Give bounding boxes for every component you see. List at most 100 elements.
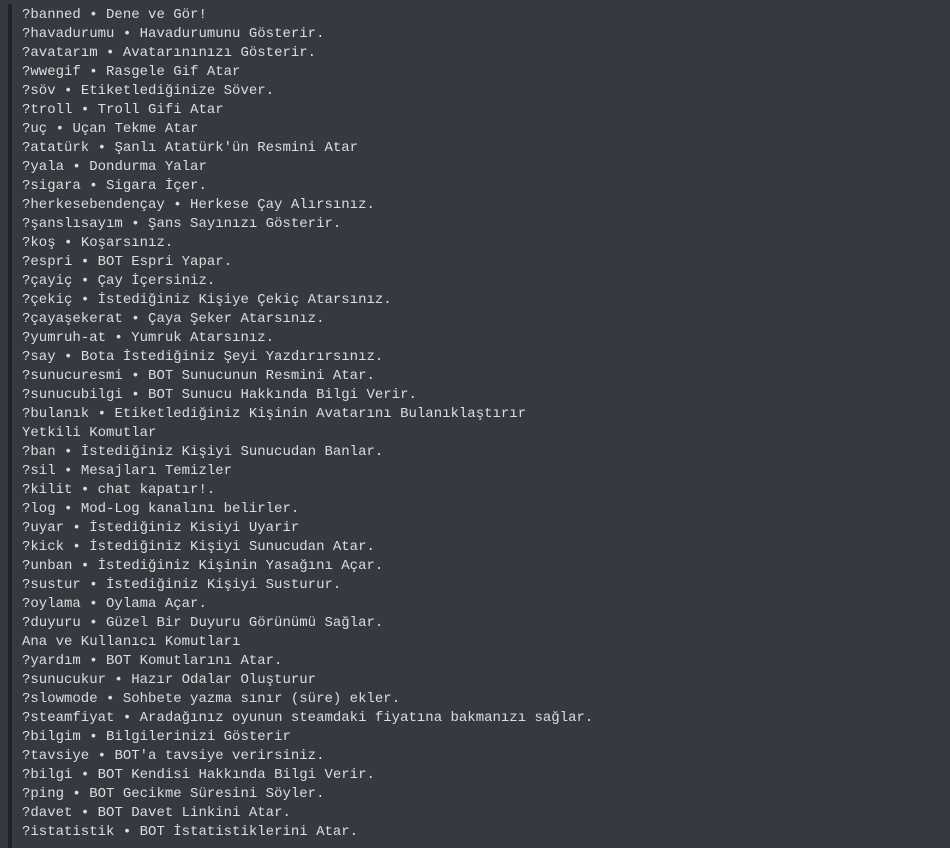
separator: •	[89, 748, 114, 764]
command-name: ?havadurumu	[22, 26, 114, 42]
command-line: ?herkesebendençay • Herkese Çay Alırsını…	[22, 196, 942, 215]
command-line: ?atatürk • Şanlı Atatürk'ün Resmini Atar	[22, 139, 942, 158]
separator: •	[165, 197, 190, 213]
separator: •	[64, 520, 89, 536]
command-description: Çay İçersiniz.	[98, 273, 216, 289]
section-header: Yetkili Komutlar	[22, 424, 942, 443]
command-line: ?şanslısayım • Şans Sayınızı Gösterir.	[22, 215, 942, 234]
command-description: Dondurma Yalar	[89, 159, 207, 175]
command-name: ?bilgim	[22, 729, 81, 745]
command-description: Aradağınız oyunun steamdaki fiyatına bak…	[140, 710, 594, 726]
command-name: ?sunucuresmi	[22, 368, 123, 384]
command-line: ?bilgim • Bilgilerinizi Gösterir	[22, 728, 942, 747]
command-description: Troll Gifi Atar	[98, 102, 224, 118]
command-description: Etiketlediğinize Söver.	[81, 83, 274, 99]
command-name: ?yardım	[22, 653, 81, 669]
command-name: ?davet	[22, 805, 72, 821]
command-description: Herkese Çay Alırsınız.	[190, 197, 375, 213]
command-line: ?sunucuresmi • BOT Sunucunun Resmini Ata…	[22, 367, 942, 386]
command-description: BOT Sunucunun Resmini Atar.	[148, 368, 375, 384]
command-description: chat kapatır!.	[98, 482, 216, 498]
command-name: ?uç	[22, 121, 47, 137]
separator: •	[81, 577, 106, 593]
command-line: ?unban • İstediğiniz Kişinin Yasağını Aç…	[22, 557, 942, 576]
command-name: ?yala	[22, 159, 64, 175]
separator: •	[64, 539, 89, 555]
command-line: ?havadurumu • Havadurumunu Gösterir.	[22, 25, 942, 44]
command-line: ?espri • BOT Espri Yapar.	[22, 253, 942, 272]
command-description: Rasgele Gif Atar	[106, 64, 240, 80]
command-line: ?wwegif • Rasgele Gif Atar	[22, 63, 942, 82]
command-name: ?slowmode	[22, 691, 98, 707]
command-name: ?sunucubilgi	[22, 387, 123, 403]
command-name: ?sil	[22, 463, 56, 479]
command-description: BOT'a tavsiye verirsiniz.	[114, 748, 324, 764]
command-line: ?ping • BOT Gecikme Süresini Söyler.	[22, 785, 942, 804]
command-description: Avatarınınızı Gösterir.	[123, 45, 316, 61]
command-description: Şans Sayınızı Gösterir.	[148, 216, 341, 232]
command-line: ?sustur • İstediğiniz Kişiyi Susturur.	[22, 576, 942, 595]
command-name: ?sustur	[22, 577, 81, 593]
command-name: ?ping	[22, 786, 64, 802]
command-line: ?çayaşekerat • Çaya Şeker Atarsınız.	[22, 310, 942, 329]
section-header: Ana ve Kullanıcı Komutları	[22, 633, 942, 652]
command-name: ?unban	[22, 558, 72, 574]
separator: •	[72, 102, 97, 118]
command-description: İstediğiniz Kişiyi Sunucudan Atar.	[89, 539, 375, 555]
command-line: ?sil • Mesajları Temizler	[22, 462, 942, 481]
separator: •	[72, 292, 97, 308]
command-name: ?şanslısayım	[22, 216, 123, 232]
command-line: ?kick • İstediğiniz Kişiyi Sunucudan Ata…	[22, 538, 942, 557]
command-name: ?troll	[22, 102, 72, 118]
command-line: ?istatistik • BOT İstatistiklerini Atar.	[22, 823, 942, 842]
command-description: Etiketlediğiniz Kişinin Avatarını Bulanı…	[114, 406, 526, 422]
command-name: ?yumruh-at	[22, 330, 106, 346]
command-description: BOT Gecikme Süresini Söyler.	[89, 786, 324, 802]
command-line: ?sigara • Sigara İçer.	[22, 177, 942, 196]
command-line: ?kilit • chat kapatır!.	[22, 481, 942, 500]
separator: •	[72, 482, 97, 498]
command-description: Mesajları Temizler	[81, 463, 232, 479]
command-line: ?yardım • BOT Komutlarını Atar.	[22, 652, 942, 671]
command-name: ?ban	[22, 444, 56, 460]
command-line: ?bulanık • Etiketlediğiniz Kişinin Avata…	[22, 405, 942, 424]
command-description: BOT İstatistiklerini Atar.	[140, 824, 358, 840]
separator: •	[72, 558, 97, 574]
command-description: Sohbete yazma sınır (süre) ekler.	[123, 691, 400, 707]
command-description: Havadurumunu Gösterir.	[140, 26, 325, 42]
command-line: ?tavsiye • BOT'a tavsiye verirsiniz.	[22, 747, 942, 766]
command-line: ?duyuru • Güzel Bir Duyuru Görünümü Sağl…	[22, 614, 942, 633]
command-description: Bilgilerinizi Gösterir	[106, 729, 291, 745]
separator: •	[72, 254, 97, 270]
command-name: ?duyuru	[22, 615, 81, 631]
command-line: ?uyar • İstediğiniz Kisiyi Uyarir	[22, 519, 942, 538]
command-description: İstediğiniz Kişinin Yasağını Açar.	[98, 558, 384, 574]
command-description: Şanlı Atatürk'ün Resmini Atar	[114, 140, 358, 156]
command-line: ?slowmode • Sohbete yazma sınır (süre) e…	[22, 690, 942, 709]
command-line: ?sunucubilgi • BOT Sunucu Hakkında Bilgi…	[22, 386, 942, 405]
command-description: BOT Espri Yapar.	[98, 254, 232, 270]
command-line: ?çayiç • Çay İçersiniz.	[22, 272, 942, 291]
command-description: Sigara İçer.	[106, 178, 207, 194]
command-line: ?ban • İstediğiniz Kişiyi Sunucudan Banl…	[22, 443, 942, 462]
command-line: ?yumruh-at • Yumruk Atarsınız.	[22, 329, 942, 348]
command-name: ?uyar	[22, 520, 64, 536]
separator: •	[106, 672, 131, 688]
command-description: BOT Kendisi Hakkında Bilgi Verir.	[98, 767, 375, 783]
command-name: ?espri	[22, 254, 72, 270]
separator: •	[81, 596, 106, 612]
command-line: ?banned • Dene ve Gör!	[22, 6, 942, 25]
separator: •	[114, 26, 139, 42]
separator: •	[81, 729, 106, 745]
command-name: ?söv	[22, 83, 56, 99]
command-name: ?banned	[22, 7, 81, 23]
separator: •	[81, 653, 106, 669]
separator: •	[81, 178, 106, 194]
command-description: BOT Davet Linkini Atar.	[98, 805, 291, 821]
command-line: ?say • Bota İstediğiniz Şeyi Yazdırırsın…	[22, 348, 942, 367]
command-line: ?çekiç • İstediğiniz Kişiye Çekiç Atarsı…	[22, 291, 942, 310]
command-name: ?herkesebendençay	[22, 197, 165, 213]
command-description: Uçan Tekme Atar	[72, 121, 198, 137]
command-name: ?atatürk	[22, 140, 89, 156]
command-description: Yumruk Atarsınız.	[131, 330, 274, 346]
